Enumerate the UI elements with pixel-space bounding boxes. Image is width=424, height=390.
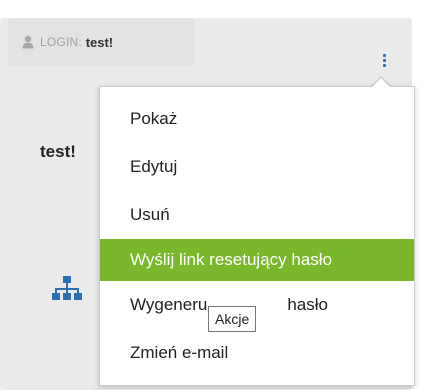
tooltip-actions: Akcje [208,306,257,332]
user-name: test! [40,142,76,161]
user-icon [22,35,34,49]
login-tab: LOGIN : test! [8,18,194,66]
menu-caret-inner [371,78,391,88]
menu-item-send-reset-link[interactable]: Wyślij link resetujący hasło [100,239,414,281]
actions-dropdown-menu: Pokaż Edytuj Usuń Wyślij link resetujący… [99,86,415,386]
menu-item-generate-password-left: Wygeneru [130,295,208,314]
login-value: test! [85,34,114,50]
sitemap-icon [52,276,82,300]
login-label: LOGIN [40,35,79,49]
menu-item-generate-password-right: hasło [287,295,328,314]
menu-item-change-email[interactable]: Zmień e-mail [100,329,414,377]
menu-item-generate-password[interactable]: Wygeneru hasło [100,281,414,329]
login-colon: : [78,35,82,49]
menu-item-delete[interactable]: Usuń [100,191,414,239]
menu-item-edit[interactable]: Edytuj [100,143,414,191]
menu-item-show[interactable]: Pokaż [100,95,414,143]
vertical-ellipsis-icon[interactable] [376,48,392,72]
